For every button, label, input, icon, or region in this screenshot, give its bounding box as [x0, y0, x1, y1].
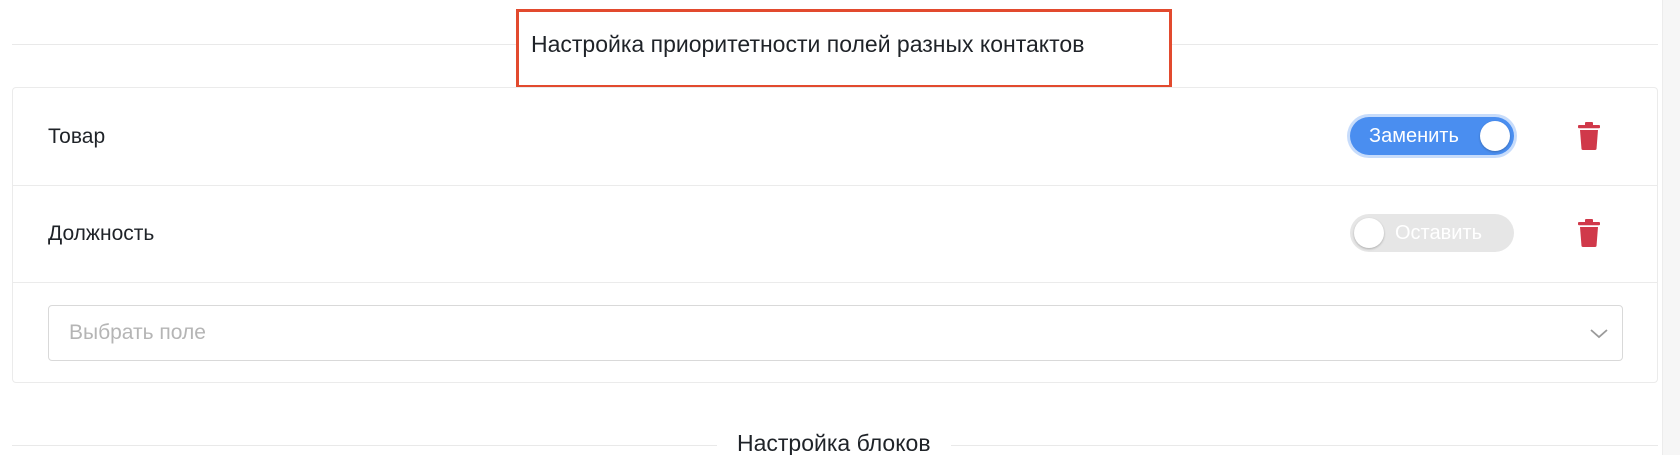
section-title-priority: Настройка приоритетности полей разных ко…: [516, 9, 1172, 88]
toggle-knob: [1480, 121, 1510, 151]
section-title-blocks: Настройка блоков: [717, 428, 951, 455]
toggle-label: Заменить: [1369, 125, 1459, 147]
field-select[interactable]: Выбрать поле: [48, 305, 1623, 361]
field-label: Должность: [48, 222, 155, 245]
trash-icon[interactable]: [1576, 219, 1602, 247]
trash-icon[interactable]: [1576, 122, 1602, 150]
toggle-knob: [1354, 218, 1384, 248]
scrollbar[interactable]: [1662, 0, 1680, 455]
field-row: Товар Заменить: [13, 88, 1657, 186]
priority-card: Товар Заменить Должность Оставить Выбрат…: [12, 87, 1658, 383]
keep-toggle[interactable]: Оставить: [1350, 214, 1514, 252]
settings-page: Настройка приоритетности полей разных ко…: [0, 0, 1680, 455]
toggle-label: Оставить: [1395, 222, 1482, 244]
select-placeholder: Выбрать поле: [69, 321, 206, 344]
field-label: Товар: [48, 125, 106, 148]
field-row: Должность Оставить: [13, 185, 1657, 283]
section-title-text: Настройка приоритетности полей разных ко…: [531, 30, 1085, 57]
replace-toggle[interactable]: Заменить: [1350, 117, 1514, 155]
chevron-down-icon: [1590, 329, 1608, 339]
